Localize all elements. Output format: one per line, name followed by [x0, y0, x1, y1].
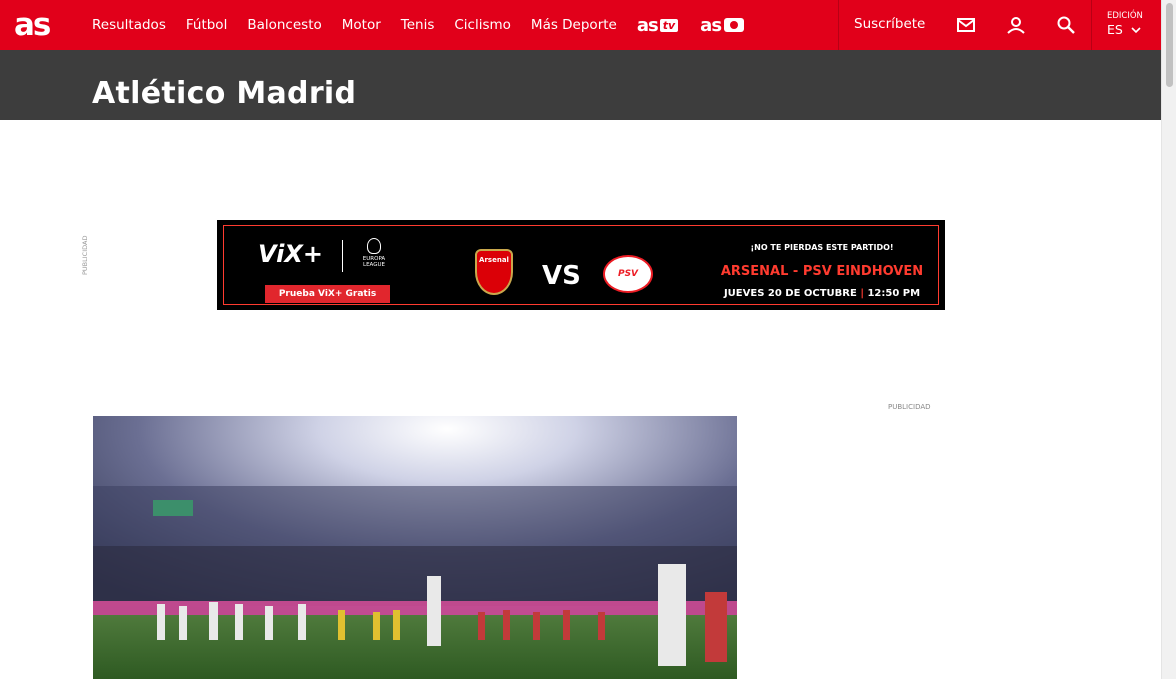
section-title-band: Atlético Madrid: [0, 50, 1161, 120]
promo-time: 12:50 PM: [867, 288, 921, 299]
divider: [342, 240, 343, 272]
mail-icon[interactable]: [955, 14, 977, 36]
user-icon[interactable]: [1005, 14, 1027, 36]
top-navbar: as Resultados Fútbol Baloncesto Motor Te…: [0, 0, 1161, 50]
league-label: EUROPA LEAGUE: [362, 256, 386, 268]
tv-badge: tv: [659, 18, 679, 32]
search-icon[interactable]: [1055, 14, 1077, 36]
nav-item-tenis[interactable]: Tenis: [401, 17, 435, 33]
as-tv-logo-text: as: [636, 14, 659, 36]
subscribe-link[interactable]: Suscríbete: [854, 16, 925, 32]
home-team-label: Arsenal: [479, 256, 509, 264]
as-photo-link[interactable]: as: [700, 14, 745, 36]
vs-label: VS: [542, 261, 581, 291]
europa-league-logo: EUROPA LEAGUE: [358, 238, 390, 276]
main-nav: Resultados Fútbol Baloncesto Motor Tenis…: [92, 0, 766, 50]
ad-label-vertical: PUBLICIDAD: [81, 235, 89, 275]
divider: [1091, 0, 1092, 50]
nav-item-mas-deporte[interactable]: Más Deporte: [531, 17, 617, 33]
chevron-down-icon: [1131, 26, 1141, 33]
try-vix-button[interactable]: Prueba ViX+ Gratis: [265, 285, 390, 303]
article-photo[interactable]: [93, 416, 737, 679]
promo-datetime: JUEVES 20 DE OCTUBRE | 12:50 PM: [709, 288, 935, 299]
as-logo[interactable]: as: [14, 9, 51, 41]
promo-headline: ¡NO TE PIERDAS ESTE PARTIDO!: [750, 243, 894, 252]
stadium-image: [93, 416, 737, 679]
edition-label: EDICIÓN: [1107, 11, 1143, 21]
psv-crest: PSV: [603, 255, 653, 293]
away-team-label: PSV: [617, 269, 639, 279]
edition-selector[interactable]: EDICIÓN ES: [1107, 11, 1143, 37]
banner-frame: ViX+ EUROPA LEAGUE Prueba ViX+ Gratis Ar…: [223, 225, 939, 305]
divider: [838, 0, 839, 50]
nav-item-baloncesto[interactable]: Baloncesto: [247, 17, 321, 33]
scrollbar-thumb[interactable]: [1166, 3, 1173, 87]
promo-date: JUEVES 20 DE OCTUBRE: [723, 288, 857, 299]
camera-icon: [724, 18, 745, 32]
scrollbar[interactable]: [1161, 0, 1176, 679]
as-tv-link[interactable]: as tv: [636, 14, 679, 36]
trophy-icon: [367, 238, 381, 254]
promo-match: ARSENAL - PSV EINDHOVEN: [720, 264, 924, 279]
page-title: Atlético Madrid: [92, 76, 357, 111]
ad-banner[interactable]: ViX+ EUROPA LEAGUE Prueba ViX+ Gratis Ar…: [217, 220, 945, 310]
ad-label: PUBLICIDAD: [888, 403, 931, 411]
edition-value: ES: [1107, 22, 1123, 37]
nav-item-futbol[interactable]: Fútbol: [186, 17, 227, 33]
as-photo-logo-text: as: [700, 14, 722, 36]
nav-item-motor[interactable]: Motor: [342, 17, 381, 33]
arsenal-crest: Arsenal: [475, 249, 513, 295]
vix-logo: ViX+: [258, 240, 323, 268]
nav-item-resultados[interactable]: Resultados: [92, 17, 166, 33]
nav-item-ciclismo[interactable]: Ciclismo: [454, 17, 511, 33]
